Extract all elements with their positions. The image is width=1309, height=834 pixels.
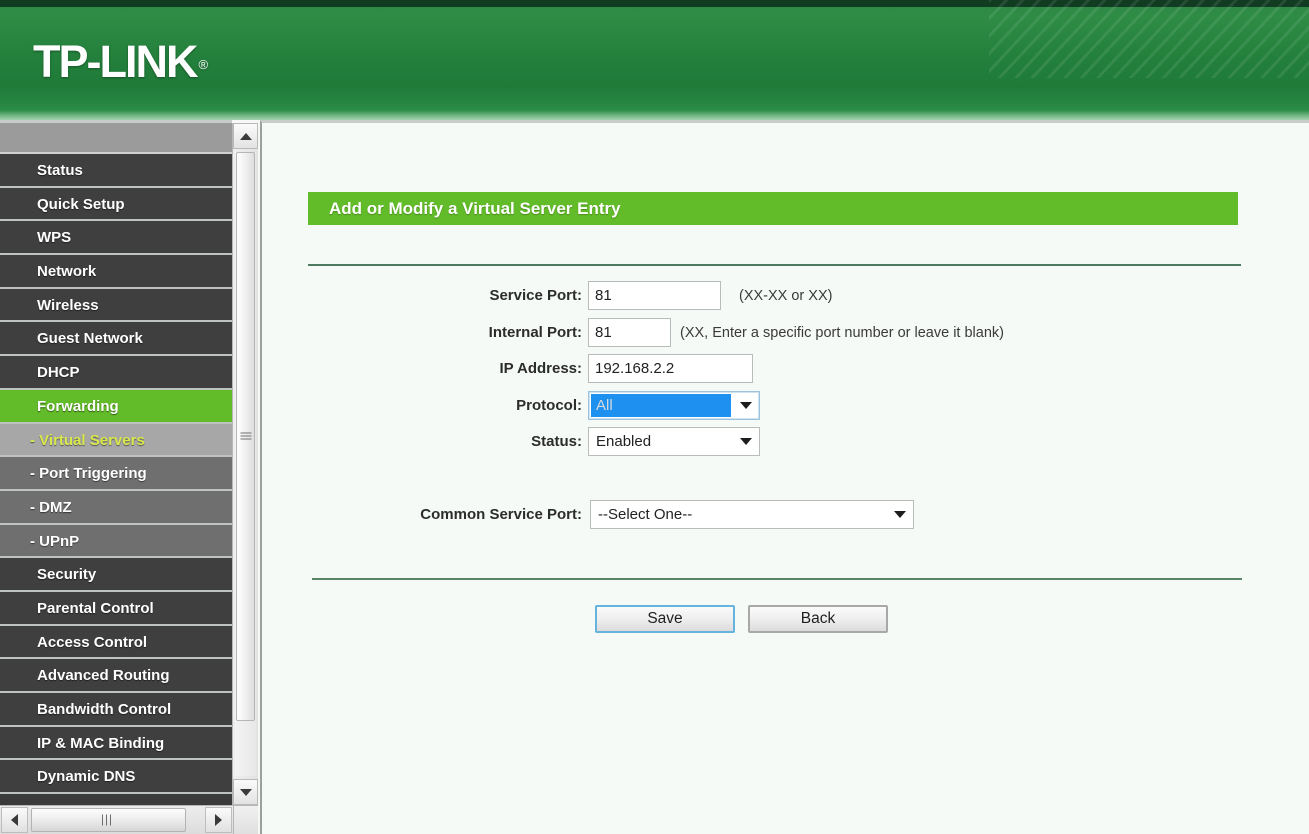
status-select[interactable]: Enabled xyxy=(588,427,760,456)
internal-port-input[interactable] xyxy=(588,317,671,347)
sidebar-item-virtual-servers[interactable]: - Virtual Servers xyxy=(0,423,232,458)
sidebar-item-bandwidth-control[interactable]: Bandwidth Control xyxy=(0,693,232,727)
sidebar-menu-list: Status Quick Setup WPS Network Wireless Guest… xyxy=(0,154,232,795)
scrollbar-corner xyxy=(233,806,258,834)
common-service-port-label: Common Service Port: xyxy=(420,505,582,523)
sidebar-item-wps[interactable]: WPS xyxy=(0,221,232,256)
sidebar-item-network[interactable]: Network xyxy=(0,255,232,289)
sidebar-item-parental-control[interactable]: Parental Control xyxy=(0,591,232,626)
internal-port-label: Internal Port: xyxy=(488,323,582,341)
internal-port-field-wrap xyxy=(588,317,671,347)
form-row-status: Status: Enabled xyxy=(262,427,1309,464)
scroll-thumb-grip-icon xyxy=(101,814,116,826)
ip-address-field-wrap xyxy=(588,354,753,383)
sidebar-navigation: Status Quick Setup WPS Network Wireless Guest… xyxy=(0,120,232,805)
sidebar-horizontal-scrollbar[interactable] xyxy=(0,805,258,834)
sidebar-item-upnp[interactable]: - UPnP xyxy=(0,524,232,559)
header-bottom-glow xyxy=(0,110,1309,120)
header-diagonal-stripes-decoration xyxy=(989,0,1309,78)
form-row-ip-address: IP Address: xyxy=(262,354,1309,391)
sidebar-item-forwarding[interactable]: Forwarding xyxy=(0,389,232,424)
triangle-up-icon xyxy=(239,132,252,140)
protocol-field-wrap: All xyxy=(588,390,760,420)
sidebar-item-security[interactable]: Security xyxy=(0,558,232,592)
virtual-server-form: Service Port: (XX-XX or XX) Internal Por… xyxy=(262,281,1309,536)
scroll-up-button[interactable] xyxy=(233,123,258,149)
protocol-selected-value: All xyxy=(591,393,731,417)
form-row-internal-port: Internal Port: (XX, Enter a specific por… xyxy=(262,317,1309,355)
sidebar-item-access-control[interactable]: Access Control xyxy=(0,625,232,660)
vertical-scroll-thumb[interactable] xyxy=(236,152,255,721)
header-top-rule xyxy=(0,0,1309,7)
sidebar-vertical-scrollbar[interactable] xyxy=(232,123,258,805)
chevron-down-icon[interactable] xyxy=(733,428,759,455)
status-label: Status: xyxy=(531,433,582,450)
scroll-thumb-grip-icon xyxy=(240,432,251,441)
form-row-protocol: Protocol: All xyxy=(262,390,1309,428)
triangle-left-icon xyxy=(11,814,18,826)
form-spacer xyxy=(262,464,1309,500)
form-row-common-service-port: Common Service Port: --Select One-- xyxy=(262,499,1309,537)
service-port-label: Service Port: xyxy=(489,287,582,304)
tplink-logo: TP-LINK ® xyxy=(33,36,209,87)
sidebar-item-wireless[interactable]: Wireless xyxy=(0,288,232,323)
ip-address-input[interactable] xyxy=(588,354,753,383)
main-content-panel: Add or Modify a Virtual Server Entry Ser… xyxy=(260,120,1309,834)
service-port-hint: (XX-XX or XX) xyxy=(739,288,833,304)
status-field-wrap: Enabled xyxy=(588,427,760,456)
form-actions: Save Back xyxy=(262,605,1309,639)
divider-top xyxy=(308,264,1241,266)
vertical-scroll-track[interactable] xyxy=(235,152,256,776)
sidebar-item-quick-setup[interactable]: Quick Setup xyxy=(0,187,232,222)
sidebar-item-dmz[interactable]: - DMZ xyxy=(0,490,232,525)
sidebar-top-band xyxy=(0,123,232,154)
sidebar-item-guest-network[interactable]: Guest Network xyxy=(0,322,232,357)
horizontal-scroll-thumb[interactable] xyxy=(31,808,186,832)
service-port-input[interactable] xyxy=(588,281,721,310)
service-port-field-wrap xyxy=(588,281,721,310)
scroll-right-button[interactable] xyxy=(205,807,232,833)
common-service-port-selected-value: --Select One-- xyxy=(598,505,693,523)
protocol-select[interactable]: All xyxy=(588,390,760,420)
triangle-down-icon xyxy=(239,788,252,796)
tplink-router-admin-page: TP-LINK ® Status Quick Setup WPS Network Wire… xyxy=(0,0,1309,834)
sidebar-item-dhcp[interactable]: DHCP xyxy=(0,356,232,390)
common-service-port-field-wrap: --Select One-- xyxy=(590,499,914,529)
status-selected-value: Enabled xyxy=(596,433,652,450)
triangle-right-icon xyxy=(215,814,222,826)
back-button[interactable]: Back xyxy=(748,605,888,633)
sidebar-item-port-triggering[interactable]: - Port Triggering xyxy=(0,457,232,491)
save-button[interactable]: Save xyxy=(595,605,735,633)
sidebar-item-advanced-routing[interactable]: Advanced Routing xyxy=(0,659,232,693)
chevron-down-icon[interactable] xyxy=(733,392,759,419)
page-title: Add or Modify a Virtual Server Entry xyxy=(308,192,1238,225)
sidebar-item-dynamic-dns[interactable]: Dynamic DNS xyxy=(0,760,232,795)
page-header: TP-LINK ® xyxy=(0,0,1309,120)
sidebar-item-status[interactable]: Status xyxy=(0,154,232,188)
divider-bottom xyxy=(312,578,1242,580)
brand-text: TP-LINK xyxy=(33,36,198,87)
chevron-down-icon[interactable] xyxy=(887,501,913,528)
common-service-port-select[interactable]: --Select One-- xyxy=(590,499,914,529)
scroll-left-button[interactable] xyxy=(1,807,28,833)
form-row-service-port: Service Port: (XX-XX or XX) xyxy=(262,281,1309,318)
ip-address-label: IP Address: xyxy=(499,360,582,377)
protocol-label: Protocol: xyxy=(516,396,582,414)
sidebar-item-ip-mac-binding[interactable]: IP & MAC Binding xyxy=(0,726,232,761)
internal-port-hint: (XX, Enter a specific port number or lea… xyxy=(680,324,1004,341)
page-body: Status Quick Setup WPS Network Wireless Guest… xyxy=(0,120,1309,834)
scroll-down-button[interactable] xyxy=(233,779,258,805)
registered-trademark-icon: ® xyxy=(198,57,209,72)
